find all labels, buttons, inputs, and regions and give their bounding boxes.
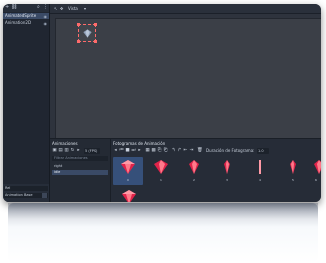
add-frames-sheet-icon[interactable]: ▩ [151,148,156,154]
frame-thumb[interactable]: 0 [113,157,143,185]
frames-area: Fotogramas de Animación ◂ ⏮ ■ ⏭ ▸ ▦ ▩ ⎘ … [111,139,321,202]
frame-thumb[interactable]: 3 [212,157,242,185]
new-animation-icon[interactable]: ▣ [52,148,57,154]
gem-icon [83,29,92,38]
inspector-row[interactable]: Rel [4,186,48,191]
gem-icon [154,160,168,174]
frame-number: 6 [315,178,317,182]
inspector-row-label: Rel [5,186,11,190]
move-tool-icon[interactable]: ✥ [60,6,63,11]
selected-sprite[interactable] [77,23,97,43]
add-frame-file-icon[interactable]: ▦ [145,148,150,154]
move-right-icon[interactable]: ⇥ [189,148,194,154]
frames-title: Fotogramas de Animación [113,141,166,146]
frame-number: 3 [226,178,228,182]
frame-thumb[interactable] [114,187,144,202]
duplicate-icon[interactable]: ▤ [58,148,63,154]
frame-number: 0 [127,178,129,182]
node-label: AnimatedSprite [5,13,37,18]
insert-before-icon[interactable]: ↰ [171,148,176,154]
loop-icon[interactable]: ↻ [70,148,75,154]
reflection-strip [8,203,318,219]
play-from-start-icon[interactable]: ⏭ [131,148,136,154]
scene-dock: + ⛓ ⌕ ⋮ AnimatedSprite ◉ Animation2D ◉ R… [3,4,50,202]
copy-icon[interactable]: ⎘ [157,148,162,154]
gem-icon [224,160,230,174]
fps-field[interactable]: 5 (FPS) [84,148,100,154]
delete-frame-icon[interactable]: 🗑 [197,148,203,154]
search-icon[interactable]: ⌕ [37,5,42,10]
animations-list-panel: Animaciones ▣ ▤ ▥ ↻ ▸ 5 (FPS) Filtrar An… [50,139,111,202]
visibility-icon[interactable]: ◉ [44,21,48,26]
link-icon[interactable]: ⛓ [11,5,17,10]
sprite-frames-panel: Animaciones ▣ ▤ ▥ ↻ ▸ 5 (FPS) Filtrar An… [50,138,321,202]
frame-thumb[interactable]: 5 [278,157,308,185]
insert-after-icon[interactable]: ↱ [177,148,182,154]
gem-icon [314,160,321,174]
resize-handle[interactable] [94,23,97,26]
move-left-icon[interactable]: ⇤ [183,148,188,154]
viewport-toolbar: ↖ ✥ Vista ▾ [50,4,321,14]
gem-icon [189,160,199,174]
view-menu[interactable]: Vista [68,6,78,11]
chevron-down-icon[interactable]: ▾ [84,6,86,11]
inspector-row-label: Animation Base [5,193,33,197]
menu-icon[interactable]: ⋮ [43,5,48,10]
editor-window: + ⛓ ⌕ ⋮ AnimatedSprite ◉ Animation2D ◉ R… [3,4,321,202]
autoplay-icon[interactable]: ▸ [76,148,81,154]
gem-icon [122,190,136,202]
delete-icon[interactable]: ▥ [64,148,69,154]
animations-title: Animaciones [52,141,78,146]
play-icon[interactable]: ▸ [137,148,142,154]
resize-handle[interactable] [94,40,97,43]
frame-number: 5 [292,178,294,182]
gem-icon [121,160,135,174]
frame-thumb[interactable]: 4 [245,157,275,185]
visibility-icon[interactable]: ◉ [44,14,48,19]
animation-item-selected[interactable]: idle [52,170,108,175]
resize-handle[interactable] [77,23,80,26]
frame-thumb[interactable]: 2 [179,157,209,185]
scene-dock-toolbar: + ⛓ ⌕ ⋮ [3,4,49,12]
vertical-ruler [50,14,56,138]
gem-icon [259,160,261,174]
resize-handle[interactable] [77,40,80,43]
frame-number: 1 [160,178,162,182]
pause-icon[interactable]: ■ [125,148,130,154]
inspector-row[interactable]: Animation Base [4,193,48,198]
frame-thumb[interactable]: 1 [146,157,176,185]
horizontal-ruler [55,14,321,19]
inspector-section: Rel Animation Base [3,184,49,202]
animation-item[interactable]: right [52,164,108,169]
node-label: Animation2D [5,20,32,25]
scene-node-animation[interactable]: Animation2D ◉ [3,20,49,26]
frame-number: 2 [193,178,195,182]
screen-reflection [8,203,318,263]
frame-thumb[interactable]: 6 [309,157,321,185]
play-backwards-icon[interactable]: ◂ [113,148,118,154]
frame-duration-field[interactable]: 1.0 [257,148,269,154]
filter-animations-input[interactable]: Filtrar Animaciones [52,156,108,161]
gem-icon [290,160,296,174]
play-backwards-from-end-icon[interactable]: ⏮ [119,148,124,154]
frame-number: 4 [259,178,261,182]
select-tool-icon[interactable]: ↖ [54,6,57,11]
frame-duration-label: Duración de Fotograma: [206,148,255,153]
dropdown-icon[interactable] [42,193,47,198]
scene-node-animated-sprite[interactable]: AnimatedSprite ◉ [3,13,49,19]
add-node-icon[interactable]: + [5,5,10,10]
paste-icon[interactable]: ⎗ [163,148,168,154]
